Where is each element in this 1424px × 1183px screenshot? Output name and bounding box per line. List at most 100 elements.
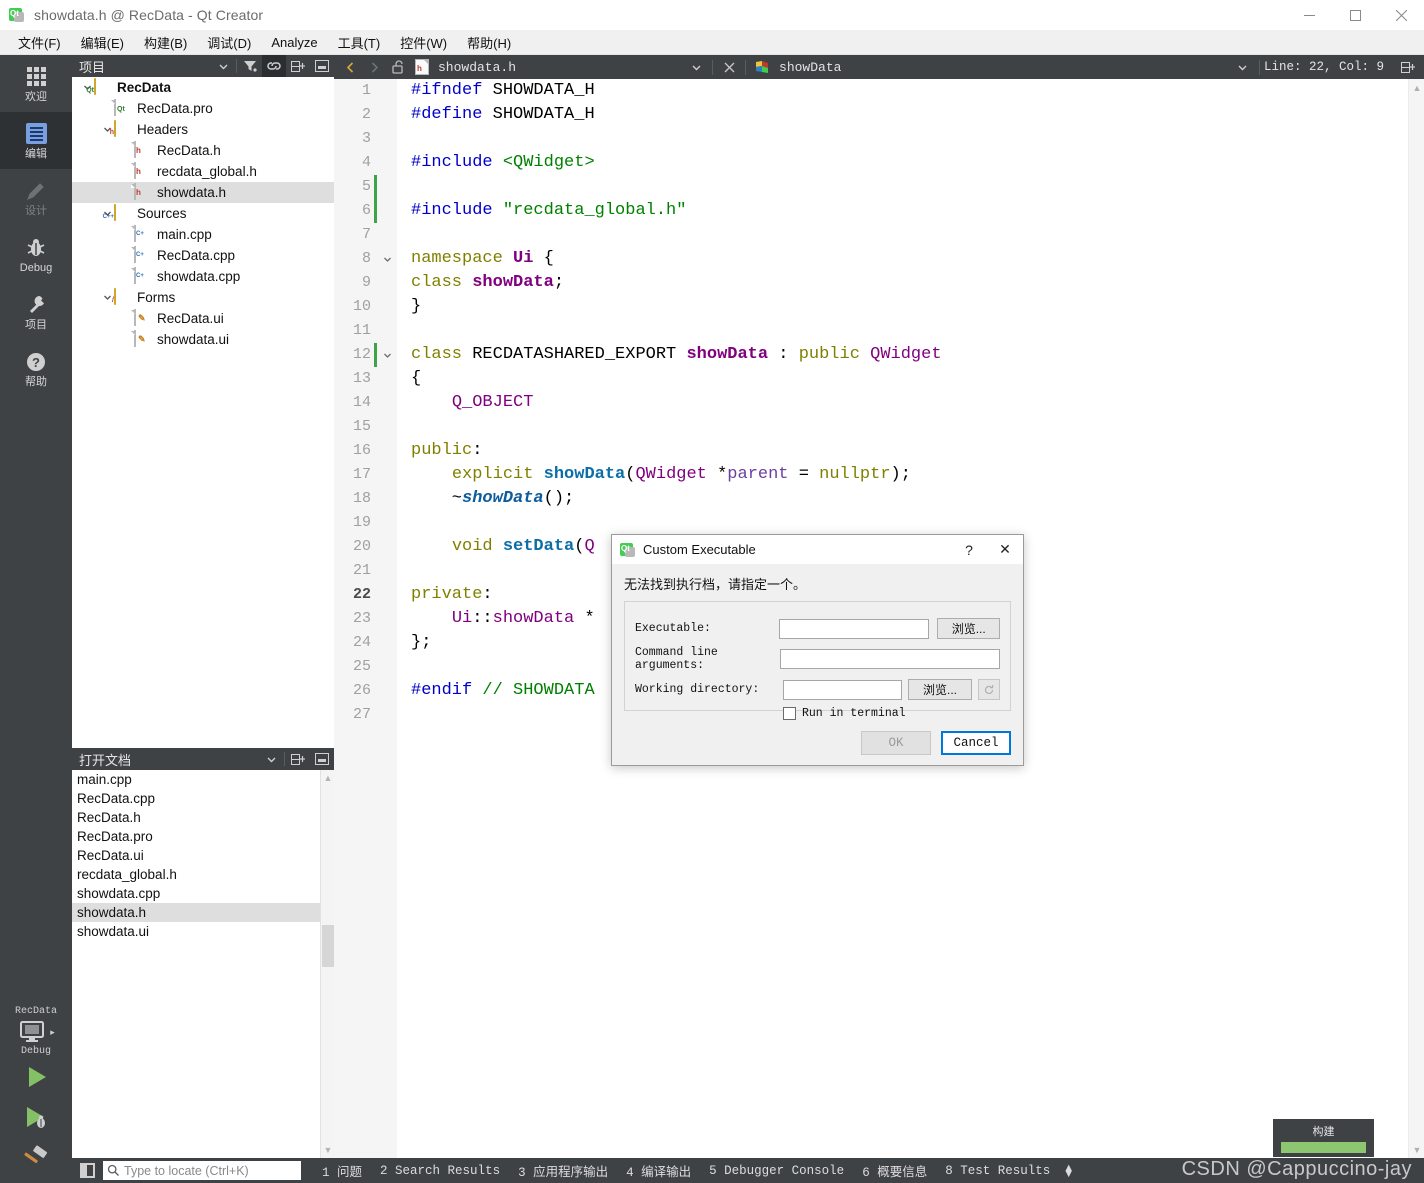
mode-help[interactable]: ? 帮助 xyxy=(0,340,72,397)
scroll-down-icon[interactable]: ▼ xyxy=(321,1142,334,1158)
split-add-icon[interactable] xyxy=(286,748,310,770)
code-line[interactable]: #include <QWidget> xyxy=(397,151,1424,175)
maximize-button[interactable] xyxy=(1332,0,1378,31)
output-pane-updown-icon[interactable]: ▲ ▼ xyxy=(1063,1162,1074,1179)
gutter-line[interactable]: 12 xyxy=(334,343,397,367)
filter-icon[interactable] xyxy=(238,55,262,77)
open-document-item[interactable]: showdata.ui xyxy=(72,922,334,941)
mode-welcome[interactable]: 欢迎 xyxy=(0,55,72,112)
open-document-item[interactable]: main.cpp xyxy=(72,770,334,789)
run-in-terminal-checkbox[interactable] xyxy=(783,707,796,720)
ok-button[interactable]: OK xyxy=(861,731,931,755)
gutter-line[interactable]: 19 xyxy=(334,511,397,535)
link-icon[interactable] xyxy=(262,55,286,77)
open-document-item[interactable]: recdata_global.h xyxy=(72,865,334,884)
scrollbar-thumb[interactable] xyxy=(322,925,334,967)
mode-projects[interactable]: 项目 xyxy=(0,283,72,340)
menu-widgets[interactable]: 控件(W) xyxy=(390,31,457,54)
menu-analyze[interactable]: Analyze xyxy=(261,33,327,52)
gutter-line[interactable]: 13 xyxy=(334,367,397,391)
close-button[interactable] xyxy=(1378,0,1424,31)
open-document-item[interactable]: showdata.cpp xyxy=(72,884,334,903)
code-line[interactable]: #ifndef SHOWDATA_H xyxy=(397,79,1424,103)
output-pane-4[interactable]: 4 编译输出 xyxy=(617,1161,700,1180)
minimize-button[interactable] xyxy=(1286,0,1332,31)
gutter-line[interactable]: 17 xyxy=(334,463,397,487)
chevron-left-icon[interactable] xyxy=(338,55,362,79)
open-document-item[interactable]: RecData.pro xyxy=(72,827,334,846)
gutter-line[interactable]: 7 xyxy=(334,223,397,247)
tree-item-recdata-ui[interactable]: ✎ RecData.ui xyxy=(72,308,334,329)
gutter-line[interactable]: 25 xyxy=(334,655,397,679)
gutter-line[interactable]: 20 xyxy=(334,535,397,559)
output-pane-5[interactable]: 5 Debugger Console xyxy=(700,1164,853,1178)
tree-item-showdata-ui[interactable]: ✎ showdata.ui xyxy=(72,329,334,350)
mode-design[interactable]: 设计 xyxy=(0,169,72,226)
tree-item-recdata-cpp[interactable]: C+ RecData.cpp xyxy=(72,245,334,266)
gutter-line[interactable]: 14 xyxy=(334,391,397,415)
gutter-line[interactable]: 26 xyxy=(334,679,397,703)
arguments-input[interactable] xyxy=(780,649,1000,669)
code-line[interactable]: { xyxy=(397,367,1424,391)
fold-chevron-down-icon[interactable] xyxy=(380,247,394,271)
chevron-down-icon[interactable] xyxy=(211,55,235,77)
chevron-down-icon[interactable] xyxy=(259,748,283,770)
tree-item-recdata[interactable]: Qt RecData xyxy=(72,77,334,98)
output-pane-1[interactable]: 1 问题 xyxy=(313,1161,371,1180)
gutter-line[interactable]: 5 xyxy=(334,175,397,199)
tree-item-headers[interactable]: h Headers xyxy=(72,119,334,140)
gutter-line[interactable]: 10 xyxy=(334,295,397,319)
gutter-line[interactable]: 21 xyxy=(334,559,397,583)
code-line[interactable] xyxy=(397,127,1424,151)
menu-tools[interactable]: 工具(T) xyxy=(328,31,391,54)
scroll-up-icon[interactable]: ▲ xyxy=(1409,79,1424,96)
code-line[interactable]: } xyxy=(397,295,1424,319)
code-line[interactable]: class showData; xyxy=(397,271,1424,295)
working-directory-input[interactable] xyxy=(783,679,902,700)
gutter-line[interactable]: 8 xyxy=(334,247,397,271)
open-documents-list[interactable]: main.cpp RecData.cpp RecData.h RecData.pro R… xyxy=(72,770,334,1158)
open-document-item[interactable]: RecData.cpp xyxy=(72,789,334,808)
gutter-line[interactable]: 18 xyxy=(334,487,397,511)
run-in-terminal-row[interactable]: Run in terminal xyxy=(783,707,1000,720)
panel-close-icon[interactable] xyxy=(310,748,334,770)
kit-selector[interactable]: ▸ xyxy=(0,1019,72,1045)
gutter-line[interactable]: 2 xyxy=(334,103,397,127)
open-document-item[interactable]: RecData.ui xyxy=(72,846,334,865)
line-col-indicator[interactable]: Line: 22, Col: 9 xyxy=(1264,60,1384,74)
split-add-icon[interactable] xyxy=(286,55,310,77)
code-line[interactable] xyxy=(397,223,1424,247)
editor-gutter[interactable]: 1 2 3 4 5 6 7 8 9 10 11 12 13 14 15 16 17 18 19 20 21 22 23 24 2… xyxy=(334,79,397,1158)
code-line[interactable]: Q_OBJECT xyxy=(397,391,1424,415)
run-button[interactable] xyxy=(0,1057,72,1097)
build-button[interactable] xyxy=(0,1137,72,1177)
panel-close-icon[interactable] xyxy=(310,55,334,77)
gutter-line[interactable]: 15 xyxy=(334,415,397,439)
fold-chevron-down-icon[interactable] xyxy=(380,343,394,367)
output-pane-8[interactable]: 8 Test Results xyxy=(936,1164,1059,1178)
output-pane-3[interactable]: 3 应用程序输出 xyxy=(509,1161,617,1180)
mode-debug[interactable]: Debug xyxy=(0,226,72,283)
menu-edit[interactable]: 编辑(E) xyxy=(71,31,134,54)
gutter-line[interactable]: 11 xyxy=(334,319,397,343)
gutter-line[interactable]: 9 xyxy=(334,271,397,295)
dialog-close-button[interactable]: ✕ xyxy=(987,535,1023,564)
code-line[interactable]: ~showData(); xyxy=(397,487,1424,511)
code-line[interactable]: public: xyxy=(397,439,1424,463)
scroll-down-icon[interactable]: ▼ xyxy=(1409,1141,1424,1158)
menu-build[interactable]: 构建(B) xyxy=(134,31,197,54)
output-pane-6[interactable]: 6 概要信息 xyxy=(853,1161,936,1180)
editor-scrollbar[interactable]: ▲ ▼ xyxy=(1408,79,1424,1158)
close-icon[interactable] xyxy=(717,55,741,79)
unlocked-icon[interactable] xyxy=(386,55,410,79)
tree-item-recdata-global-h[interactable]: h recdata_global.h xyxy=(72,161,334,182)
code-line[interactable] xyxy=(397,415,1424,439)
split-add-icon[interactable] xyxy=(1396,55,1420,79)
gutter-line[interactable]: 6 xyxy=(334,199,397,223)
output-pane-2[interactable]: 2 Search Results xyxy=(371,1164,509,1178)
gutter-line[interactable]: 16 xyxy=(334,439,397,463)
gutter-line[interactable]: 27 xyxy=(334,703,397,727)
symbol-dropdown-icon[interactable] xyxy=(1231,55,1255,79)
tree-item-recdata-h[interactable]: h RecData.h xyxy=(72,140,334,161)
code-line[interactable]: #define SHOWDATA_H xyxy=(397,103,1424,127)
